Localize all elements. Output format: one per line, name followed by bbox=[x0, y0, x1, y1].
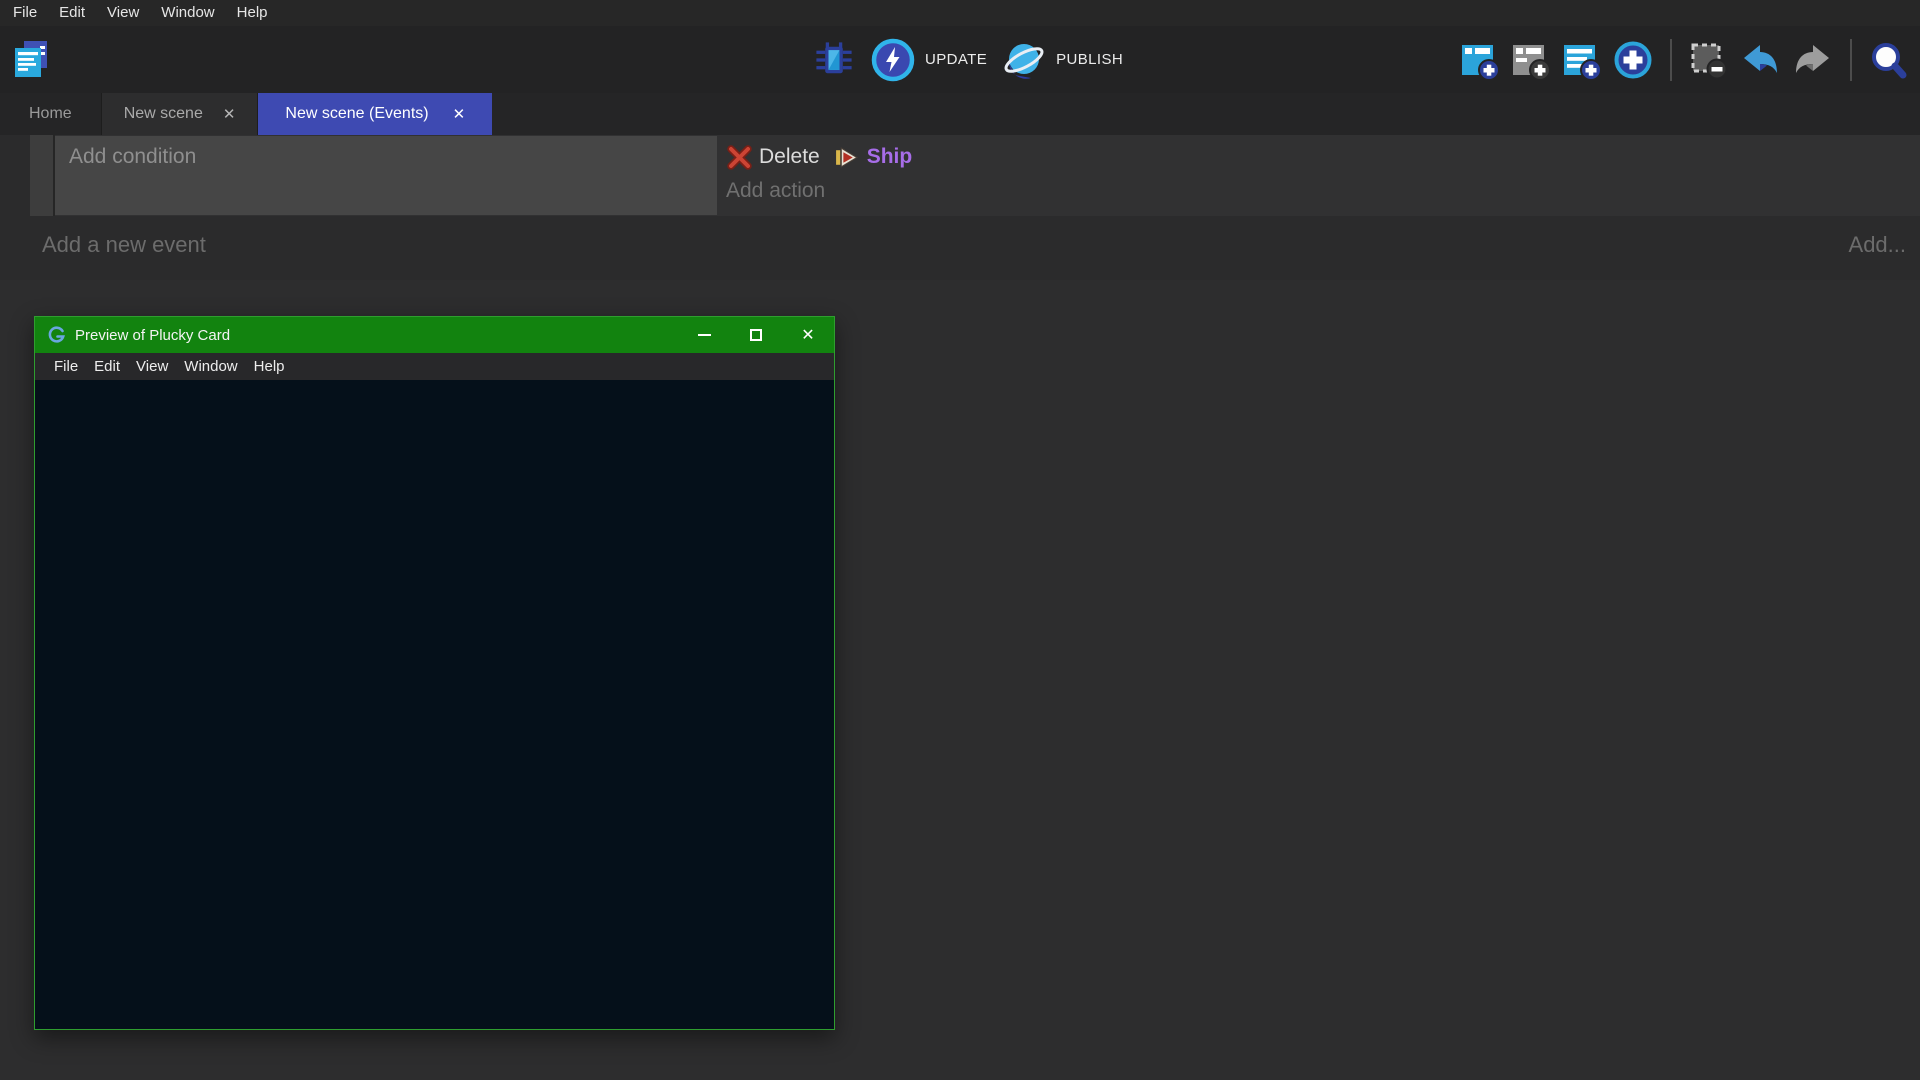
add-other-event-button[interactable] bbox=[1612, 39, 1654, 81]
redo-icon bbox=[1792, 39, 1834, 81]
main-toolbar: UPDATE PUBLISH bbox=[0, 26, 1920, 93]
toolbar-separator bbox=[1670, 39, 1672, 81]
menu-view[interactable]: View bbox=[96, 0, 150, 26]
project-manager-icon bbox=[10, 38, 52, 80]
menu-help[interactable]: Help bbox=[226, 0, 279, 26]
preview-game-canvas[interactable] bbox=[35, 380, 834, 1029]
add-subevent-icon bbox=[1510, 40, 1550, 80]
tab-close-icon[interactable]: ✕ bbox=[223, 105, 236, 123]
tab-new-scene-events[interactable]: New scene (Events) ✕ bbox=[258, 93, 492, 135]
preview-menu-edit[interactable]: Edit bbox=[86, 358, 128, 375]
add-button[interactable]: Add... bbox=[1849, 232, 1906, 258]
main-menubar: File Edit View Window Help bbox=[0, 0, 1920, 26]
delete-cross-icon bbox=[726, 144, 753, 171]
debug-button[interactable] bbox=[812, 38, 856, 82]
gdevelop-app: File Edit View Window Help bbox=[0, 0, 1920, 280]
add-new-event[interactable]: Add a new event bbox=[42, 232, 206, 258]
events-sheet: Add condition Delete bbox=[0, 135, 1920, 280]
search-icon bbox=[1868, 40, 1908, 80]
project-manager-button[interactable] bbox=[10, 38, 52, 80]
preview-window: Preview of Plucky Card ✕ File Edit View … bbox=[34, 316, 835, 1030]
deselect-icon bbox=[1688, 40, 1728, 80]
preview-window-title: Preview of Plucky Card bbox=[75, 327, 230, 344]
action-object-name: Ship bbox=[867, 145, 913, 169]
close-button[interactable]: ✕ bbox=[782, 317, 834, 353]
undo-icon bbox=[1739, 39, 1781, 81]
add-comment-button[interactable] bbox=[1561, 40, 1601, 80]
search-button[interactable] bbox=[1868, 40, 1908, 80]
add-subevent-button[interactable] bbox=[1510, 40, 1550, 80]
add-comment-icon bbox=[1561, 40, 1601, 80]
toolbar-separator bbox=[1850, 39, 1852, 81]
minimize-button[interactable] bbox=[678, 317, 730, 353]
tab-bar: Home New scene ✕ New scene (Events) ✕ bbox=[0, 93, 1920, 135]
publish-label: PUBLISH bbox=[1056, 51, 1123, 68]
action-delete-ship[interactable]: Delete Ship bbox=[726, 141, 1920, 173]
debug-icon bbox=[812, 38, 856, 82]
tab-new-scene[interactable]: New scene ✕ bbox=[102, 93, 259, 135]
conditions-column[interactable]: Add condition bbox=[55, 136, 717, 215]
tab-close-icon[interactable]: ✕ bbox=[453, 105, 466, 123]
add-event-icon bbox=[1459, 40, 1499, 80]
redo-button[interactable] bbox=[1792, 39, 1834, 81]
preview-menu-file[interactable]: File bbox=[46, 358, 86, 375]
preview-menu-window[interactable]: Window bbox=[176, 358, 245, 375]
gdevelop-logo-icon bbox=[48, 326, 66, 344]
event-drag-handle[interactable] bbox=[30, 135, 55, 216]
menu-file[interactable]: File bbox=[2, 0, 48, 26]
tab-home[interactable]: Home bbox=[0, 93, 102, 135]
update-bolt-icon bbox=[870, 37, 916, 83]
publish-globe-icon bbox=[1001, 37, 1047, 83]
tab-new-scene-label: New scene bbox=[124, 105, 203, 123]
deselect-button[interactable] bbox=[1688, 40, 1728, 80]
add-action-placeholder[interactable]: Add action bbox=[726, 179, 1920, 203]
event-row: Add condition Delete bbox=[30, 135, 1920, 216]
undo-button[interactable] bbox=[1739, 39, 1781, 81]
action-verb: Delete bbox=[759, 145, 820, 169]
preview-menu-view[interactable]: View bbox=[128, 358, 176, 375]
add-other-event-icon bbox=[1612, 39, 1654, 81]
tab-home-label: Home bbox=[29, 105, 72, 123]
preview-menu-help[interactable]: Help bbox=[246, 358, 293, 375]
tab-new-scene-events-label: New scene (Events) bbox=[285, 105, 428, 123]
add-condition-placeholder: Add condition bbox=[69, 145, 196, 168]
maximize-button[interactable] bbox=[730, 317, 782, 353]
preview-menubar: File Edit View Window Help bbox=[35, 353, 834, 380]
update-label: UPDATE bbox=[925, 51, 987, 68]
add-event-button[interactable] bbox=[1459, 40, 1499, 80]
preview-titlebar[interactable]: Preview of Plucky Card ✕ bbox=[35, 317, 834, 353]
menu-edit[interactable]: Edit bbox=[48, 0, 96, 26]
preview-window-controls: ✕ bbox=[678, 317, 834, 353]
ship-object-icon bbox=[834, 145, 859, 170]
new-event-row: Add a new event Add... bbox=[0, 216, 1920, 280]
maximize-icon bbox=[750, 329, 762, 341]
publish-button[interactable]: PUBLISH bbox=[1001, 37, 1123, 83]
menu-window[interactable]: Window bbox=[150, 0, 225, 26]
actions-column: Delete Ship Add action bbox=[717, 135, 1920, 216]
minimize-icon bbox=[698, 334, 711, 336]
update-button[interactable]: UPDATE bbox=[870, 37, 987, 83]
